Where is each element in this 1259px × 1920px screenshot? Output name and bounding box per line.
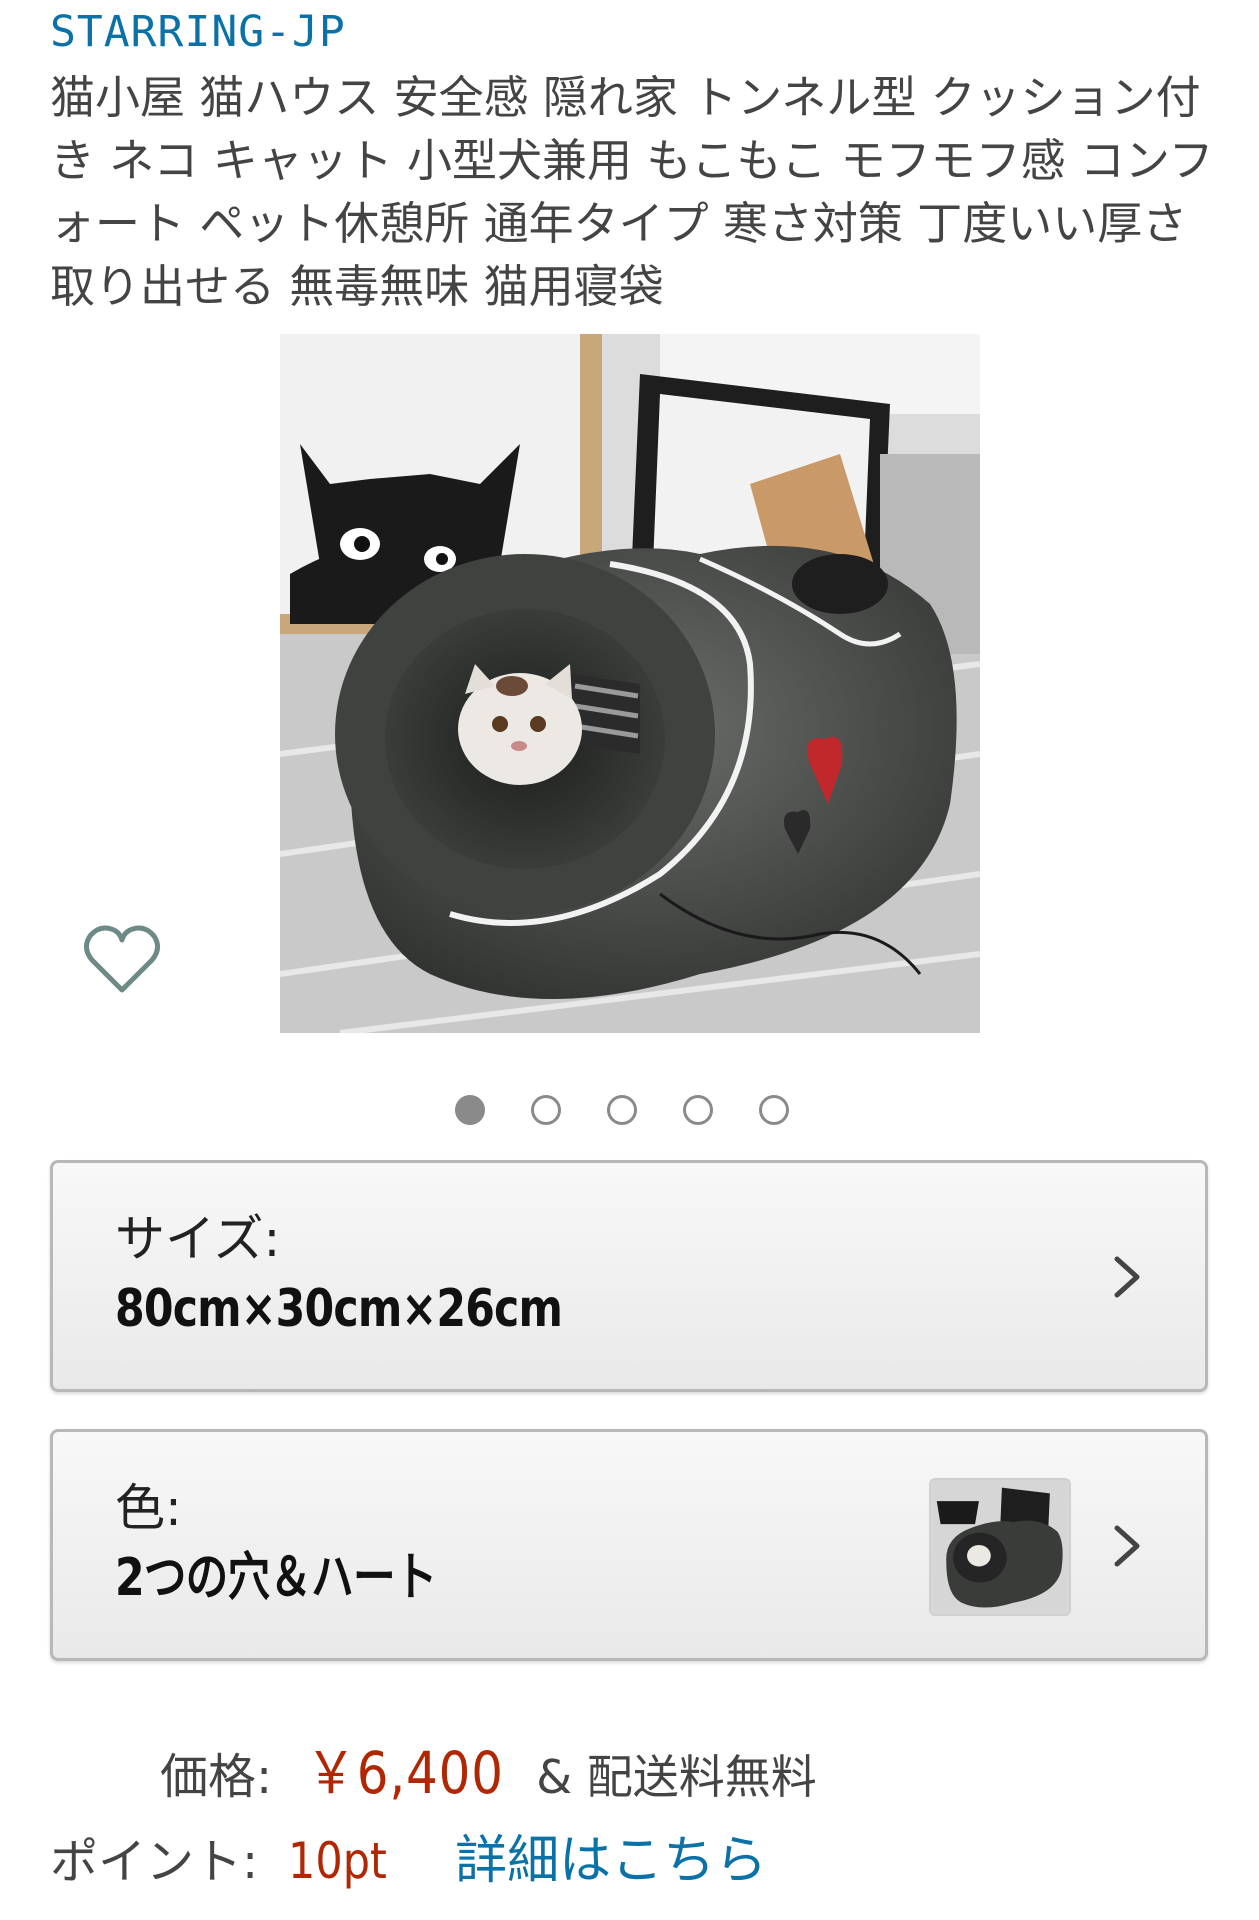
carousel-indicator: [455, 1093, 789, 1127]
carousel-dot-4[interactable]: [683, 1095, 713, 1125]
product-title: 猫小屋 猫ハウス 安全感 隠れ家 トンネル型 クッション付き ネコ キャット 小…: [50, 71, 1214, 313]
points-label: ポイント:: [50, 1834, 259, 1890]
price-label: 価格:: [160, 1749, 273, 1805]
points-value: 10pt: [288, 1832, 388, 1890]
carousel-dot-5[interactable]: [759, 1095, 789, 1125]
chevron-right-icon: [1114, 1256, 1140, 1298]
product-image[interactable]: [280, 334, 980, 1033]
size-value: 80cm×30cm×26cm: [115, 1279, 563, 1339]
carousel-dot-1[interactable]: [455, 1095, 485, 1125]
brand-link[interactable]: STARRING-JP: [50, 4, 346, 60]
color-swatch-thumbnail: [929, 1478, 1071, 1616]
carousel-dot-2[interactable]: [531, 1095, 561, 1125]
price-value: ￥6,400: [306, 1739, 505, 1807]
color-label: 色:: [115, 1479, 182, 1537]
free-shipping-text: & 配送料無料: [536, 1750, 817, 1804]
price-row: 価格: ￥6,400 & 配送料無料: [160, 1726, 817, 1807]
carousel-dot-3[interactable]: [607, 1095, 637, 1125]
product-photo-illustration: [280, 334, 980, 1033]
heart-outline-icon[interactable]: [80, 918, 164, 1002]
points-row: ポイント: 10pt 詳細はこちら: [50, 1818, 767, 1892]
product-page: STARRING-JP 猫小屋 猫ハウス 安全感 隠れ家 トンネル型 クッション…: [0, 0, 1259, 1920]
size-selector[interactable]: サイズ: 80cm×30cm×26cm: [50, 1160, 1208, 1392]
points-details-link[interactable]: 詳細はこちら: [455, 1818, 767, 1893]
chevron-right-icon: [1114, 1525, 1140, 1567]
color-value: 2つの穴＆ハート: [115, 1548, 437, 1608]
size-label: サイズ:: [115, 1210, 281, 1268]
color-selector[interactable]: 色: 2つの穴＆ハート: [50, 1429, 1208, 1661]
